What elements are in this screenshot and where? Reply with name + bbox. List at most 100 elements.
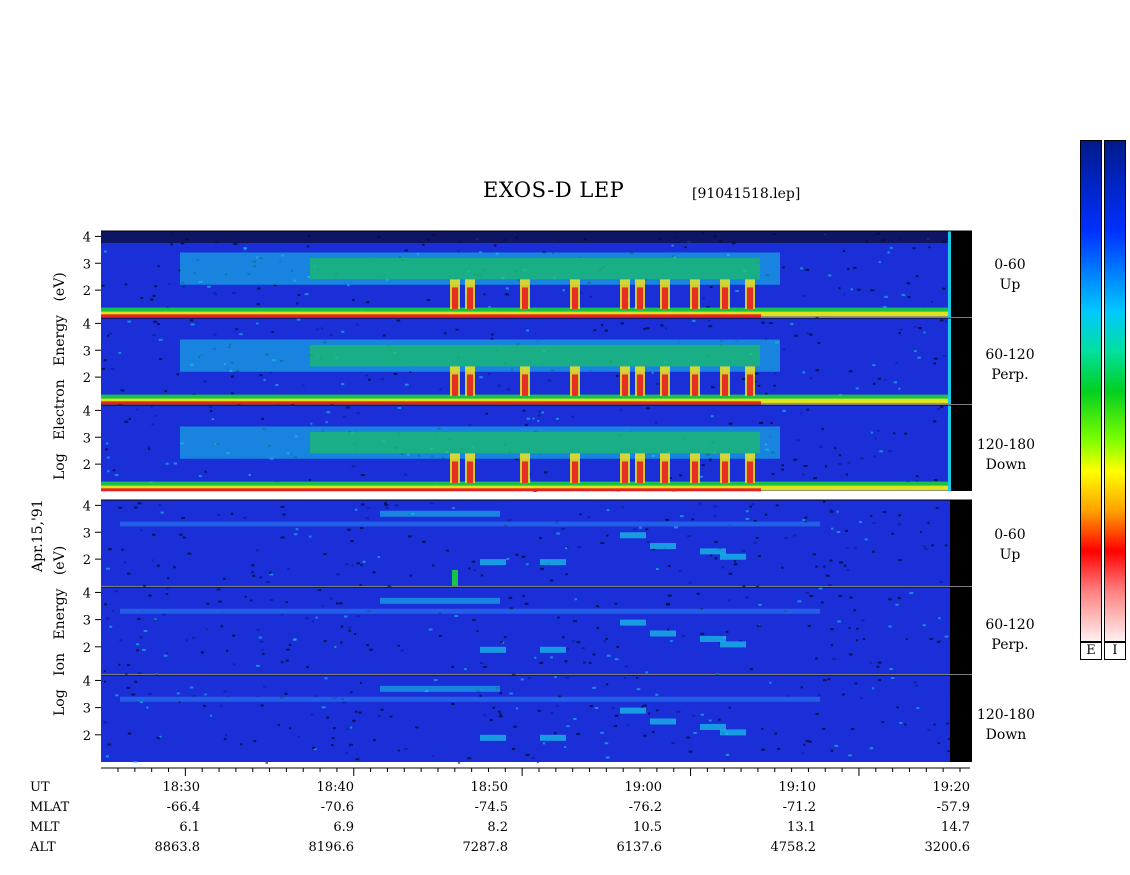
noise-speck [223, 577, 226, 580]
noise-speck [147, 446, 150, 449]
noise-speck [756, 537, 759, 540]
e-burst-core [522, 461, 528, 483]
eph-value-mlat: -70.6 [320, 800, 354, 815]
noise-speck [549, 579, 554, 582]
noise-speck [366, 301, 370, 304]
noise-speck [932, 420, 937, 423]
noise-speck [679, 474, 683, 477]
noise-speck [172, 566, 177, 569]
noise-speck [119, 639, 123, 642]
noise-speck [269, 573, 274, 576]
noise-speck [360, 564, 363, 567]
noise-speck [923, 545, 927, 548]
noise-speck [793, 458, 797, 461]
noise-speck [248, 473, 251, 476]
noise-speck [243, 516, 247, 519]
e-burst-core [637, 287, 643, 309]
spectrogram-plot: 4 3 2 4 3 2 4 3 2 4 3 2 4 3 2 4 3 2 [83, 230, 972, 776]
eph-name-ut: UT [30, 780, 50, 795]
y-tick-label: 3 [83, 614, 91, 629]
noise-speck [154, 285, 158, 288]
noise-speck [534, 656, 537, 659]
noise-speck [538, 537, 542, 540]
i-band [120, 608, 820, 614]
noise-speck [165, 652, 169, 655]
e-burst-core [662, 287, 668, 309]
y-tick-label: 4 [83, 674, 91, 689]
noise-speck [397, 644, 401, 647]
e-burst-core [637, 461, 643, 483]
noise-speck [126, 686, 131, 689]
noise-speck [365, 374, 368, 377]
noise-speck [869, 661, 873, 664]
noise-speck [770, 422, 773, 425]
noise-speck [524, 424, 529, 427]
noise-speck [372, 739, 376, 742]
noise-speck [757, 555, 761, 558]
noise-speck [332, 727, 336, 730]
noise-speck [846, 546, 849, 549]
noise-speck [869, 747, 874, 750]
noise-speck [796, 439, 800, 442]
noise-speck [550, 656, 553, 659]
eph-value-mlt: 6.9 [333, 820, 354, 835]
noise-speck [342, 415, 346, 418]
noise-speck [916, 707, 920, 710]
noise-speck [587, 516, 591, 519]
noise-speck [271, 330, 274, 333]
noise-speck [741, 549, 746, 552]
noise-speck [483, 714, 486, 717]
noise-speck [708, 325, 713, 328]
noise-speck [749, 668, 753, 671]
noise-speck [877, 661, 882, 664]
noise-speck [933, 362, 936, 365]
noise-speck [805, 739, 810, 742]
noise-speck [839, 561, 844, 564]
electron-axis-label: Log Electron Energy (eV) [52, 272, 68, 480]
noise-speck [708, 719, 712, 722]
noise-speck [225, 734, 228, 737]
noise-speck [817, 342, 821, 345]
noise-speck [213, 333, 217, 336]
noise-speck [576, 732, 581, 735]
noise-speck [678, 569, 683, 572]
noise-speck [604, 742, 609, 745]
i-blob [720, 729, 746, 736]
noise-speck [593, 329, 597, 332]
noise-speck [296, 318, 301, 321]
noise-speck [708, 319, 711, 322]
noise-speck [626, 723, 629, 726]
noise-speck [325, 421, 328, 424]
i-blob [650, 718, 676, 725]
noise-speck [485, 412, 489, 415]
noise-speck [511, 747, 516, 750]
noise-speck [223, 738, 227, 741]
noise-speck [107, 743, 111, 746]
noise-speck [761, 727, 764, 730]
noise-speck [280, 661, 284, 664]
noise-speck [103, 721, 108, 724]
noise-speck [871, 550, 875, 553]
noise-speck [525, 329, 529, 332]
noise-speck [818, 445, 823, 448]
noise-speck [120, 389, 125, 392]
noise-speck [651, 371, 654, 374]
noise-speck [143, 584, 146, 587]
noise-speck [547, 379, 551, 382]
noise-speck [326, 411, 331, 414]
noise-speck [377, 556, 380, 559]
noise-speck [681, 634, 686, 637]
noise-speck [620, 322, 624, 325]
noise-speck [472, 619, 476, 622]
noise-speck [842, 250, 846, 253]
noise-speck [498, 715, 503, 718]
noise-speck [838, 454, 842, 457]
y-tick-label: 4 [83, 499, 91, 514]
i-blob [480, 559, 506, 566]
noise-speck [872, 521, 876, 524]
noise-speck [812, 553, 817, 556]
noise-speck [361, 473, 365, 476]
noise-speck [118, 351, 122, 354]
noise-speck [845, 473, 849, 476]
noise-speck [256, 303, 260, 306]
